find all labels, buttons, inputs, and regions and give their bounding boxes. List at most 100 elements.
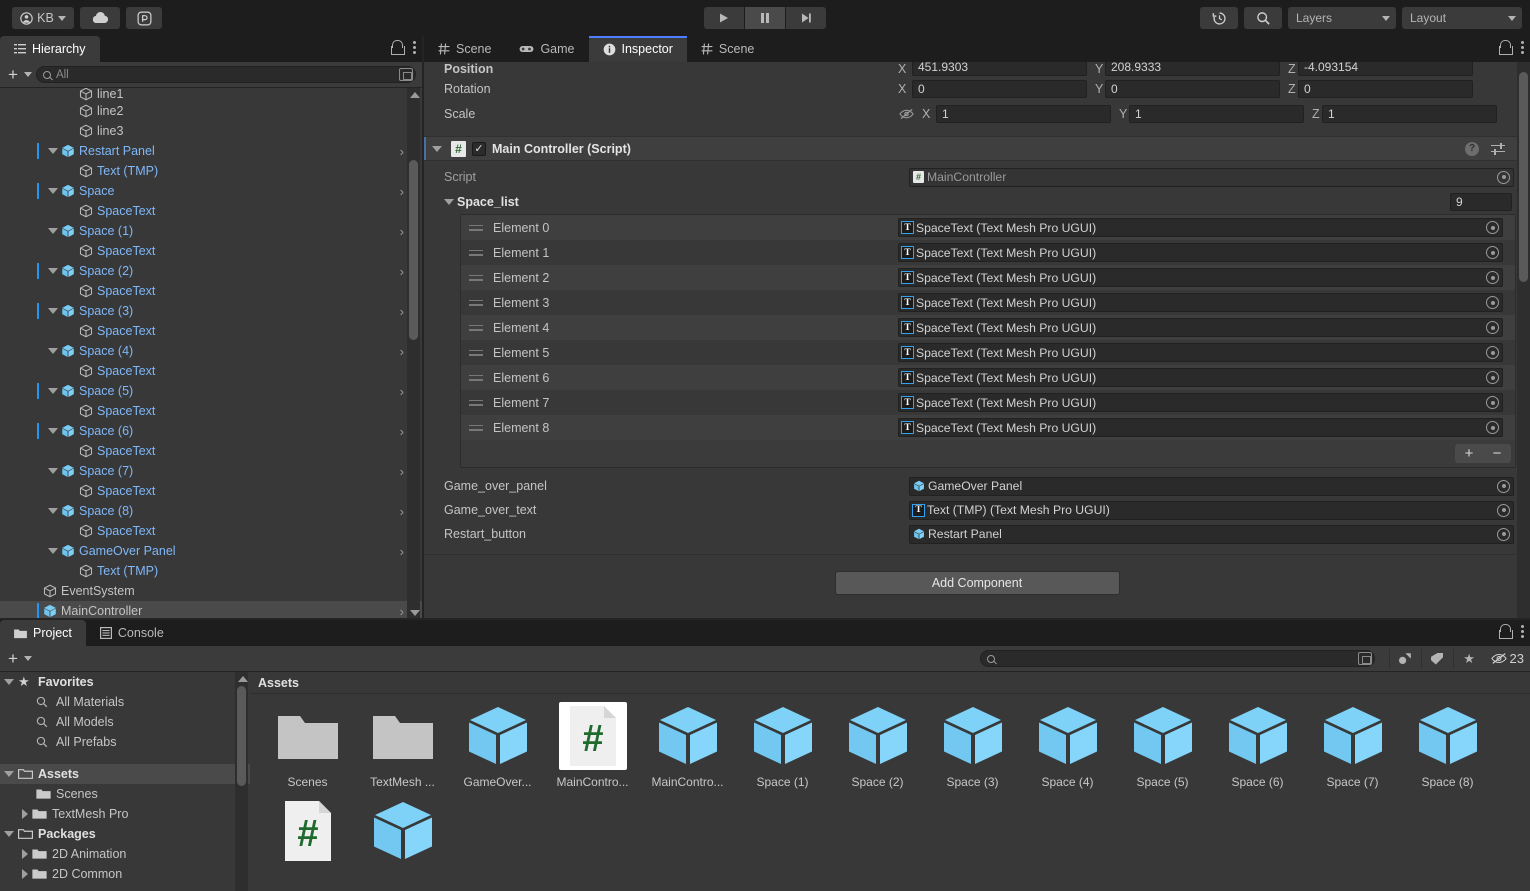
- element-object-field[interactable]: T SpaceText (Text Mesh Pro UGUI): [898, 318, 1503, 337]
- asset-grid-item[interactable]: Space (5): [1115, 702, 1210, 789]
- object-picker-icon[interactable]: [1486, 396, 1499, 409]
- element-object-field[interactable]: T SpaceText (Text Mesh Pro UGUI): [898, 218, 1503, 237]
- asset-grid-item[interactable]: Space (8): [1400, 702, 1495, 789]
- drag-handle-icon[interactable]: [469, 324, 483, 331]
- filter-by-type-button[interactable]: [1388, 648, 1421, 669]
- project-tree-row[interactable]: 2D Animation: [0, 844, 250, 864]
- element-object-field[interactable]: T SpaceText (Text Mesh Pro UGUI): [898, 368, 1503, 387]
- asset-grid-item[interactable]: Scenes: [260, 702, 355, 789]
- array-element-row[interactable]: Element 2 T SpaceText (Text Mesh Pro UGUI): [461, 265, 1515, 290]
- chevron-down-icon[interactable]: [48, 388, 58, 394]
- object-picker-icon[interactable]: [1486, 271, 1499, 284]
- hierarchy-row[interactable]: Space (7) ›: [0, 461, 422, 481]
- rotation-y-field[interactable]: 0: [1105, 79, 1280, 98]
- object-picker-icon[interactable]: [1497, 170, 1510, 184]
- hierarchy-row[interactable]: SpaceText: [0, 201, 422, 221]
- chevron-down-icon[interactable]: [48, 228, 58, 234]
- array-remove-button[interactable]: −: [1483, 446, 1511, 461]
- kebab-menu-icon[interactable]: [1521, 40, 1524, 54]
- hierarchy-row[interactable]: line3: [0, 121, 422, 141]
- chevron-down-icon[interactable]: [48, 428, 58, 434]
- search-expand-icon[interactable]: [1358, 652, 1372, 665]
- hierarchy-row[interactable]: Space (4) ›: [0, 341, 422, 361]
- lock-icon[interactable]: [391, 40, 405, 55]
- asset-grid-item[interactable]: Space (1): [735, 702, 830, 789]
- chevron-down-icon[interactable]: [48, 268, 58, 274]
- scrollbar-thumb[interactable]: [409, 160, 418, 340]
- asset-grid-item[interactable]: Space (3): [925, 702, 1020, 789]
- hierarchy-row[interactable]: line1: [0, 88, 422, 101]
- collab-button[interactable]: [126, 7, 162, 29]
- array-element-row[interactable]: Element 6 T SpaceText (Text Mesh Pro UGUI): [461, 365, 1515, 390]
- drag-handle-icon[interactable]: [469, 274, 483, 281]
- create-asset-button[interactable]: +: [6, 650, 20, 667]
- project-search-input[interactable]: [980, 650, 1375, 667]
- drag-handle-icon[interactable]: [469, 424, 483, 431]
- layout-dropdown[interactable]: Layout: [1402, 7, 1522, 29]
- lock-icon[interactable]: [1499, 40, 1513, 55]
- project-tree-row[interactable]: Assets: [0, 764, 250, 784]
- scale-x-field[interactable]: 1: [936, 104, 1111, 123]
- add-component-button[interactable]: Add Component: [834, 571, 1120, 595]
- chevron-right-icon[interactable]: ›: [400, 305, 404, 318]
- project-tree-row[interactable]: Packages: [0, 824, 250, 844]
- project-tree-scrollbar[interactable]: [235, 672, 248, 891]
- element-object-field[interactable]: T SpaceText (Text Mesh Pro UGUI): [898, 343, 1503, 362]
- hierarchy-row[interactable]: SpaceText: [0, 281, 422, 301]
- asset-grid-item[interactable]: Space (7): [1305, 702, 1400, 789]
- chevron-right-icon[interactable]: ›: [400, 345, 404, 358]
- asset-grid-item[interactable]: # MainContro...: [545, 702, 640, 789]
- hierarchy-row[interactable]: SpaceText: [0, 241, 422, 261]
- tab-console[interactable]: Console: [86, 620, 178, 646]
- chevron-right-icon[interactable]: [22, 869, 28, 879]
- hierarchy-row[interactable]: Space (2) ›: [0, 261, 422, 281]
- field-object-field[interactable]: GameOver Panel: [909, 476, 1514, 496]
- tab-project[interactable]: Project: [0, 620, 86, 646]
- asset-grid-item[interactable]: MainContro...: [640, 702, 735, 789]
- object-picker-icon[interactable]: [1497, 479, 1510, 493]
- filter-by-label-button[interactable]: [1420, 648, 1453, 669]
- scale-y-field[interactable]: 1: [1129, 104, 1304, 123]
- drag-handle-icon[interactable]: [469, 374, 483, 381]
- array-add-button[interactable]: +: [1455, 446, 1483, 461]
- lock-icon[interactable]: [1499, 624, 1513, 639]
- project-tree-row[interactable]: ★ Favorites: [0, 672, 250, 692]
- hierarchy-row[interactable]: Text (TMP): [0, 161, 422, 181]
- object-picker-icon[interactable]: [1486, 246, 1499, 259]
- chevron-down-icon[interactable]: [48, 148, 58, 154]
- project-tree-row[interactable]: TextMesh Pro: [0, 804, 250, 824]
- tab-game-1[interactable]: Game: [505, 36, 588, 62]
- tab-inspector-2[interactable]: Inspector: [588, 36, 688, 62]
- chevron-down-icon[interactable]: [48, 468, 58, 474]
- tab-hierarchy[interactable]: Hierarchy: [0, 36, 100, 62]
- object-picker-icon[interactable]: [1486, 321, 1499, 334]
- project-tree-row[interactable]: All Prefabs: [0, 732, 250, 752]
- asset-grid[interactable]: Scenes TextMesh ... GameOver... # MainContro…: [250, 694, 1530, 878]
- asset-grid-item[interactable]: Space (2): [830, 702, 925, 789]
- help-icon[interactable]: ?: [1465, 141, 1479, 156]
- scroll-up-icon[interactable]: [410, 92, 420, 98]
- array-element-row[interactable]: Element 1 T SpaceText (Text Mesh Pro UGUI): [461, 240, 1515, 265]
- asset-grid-item[interactable]: TextMesh ...: [355, 702, 450, 789]
- element-object-field[interactable]: T SpaceText (Text Mesh Pro UGUI): [898, 268, 1503, 287]
- component-header-main-controller[interactable]: # ✓ Main Controller (Script) ?: [424, 136, 1530, 161]
- scroll-down-icon[interactable]: [410, 610, 420, 616]
- search-expand-icon[interactable]: [399, 68, 413, 81]
- step-button[interactable]: [786, 7, 826, 29]
- scale-z-field[interactable]: 1: [1322, 104, 1497, 123]
- hierarchy-row[interactable]: SpaceText: [0, 401, 422, 421]
- drag-handle-icon[interactable]: [469, 249, 483, 256]
- chevron-down-icon[interactable]: [48, 508, 58, 514]
- rotation-x-field[interactable]: 0: [912, 79, 1087, 98]
- chevron-down-icon[interactable]: [444, 198, 454, 205]
- object-picker-icon[interactable]: [1486, 296, 1499, 309]
- chevron-down-icon[interactable]: [23, 656, 32, 661]
- chevron-down-icon[interactable]: [48, 308, 58, 314]
- hierarchy-row[interactable]: Space ›: [0, 181, 422, 201]
- preset-sliders-icon[interactable]: [1491, 142, 1505, 155]
- chevron-right-icon[interactable]: ›: [400, 145, 404, 158]
- project-tree-row[interactable]: [0, 752, 250, 764]
- chevron-right-icon[interactable]: ›: [400, 545, 404, 558]
- chevron-right-icon[interactable]: ›: [400, 465, 404, 478]
- element-object-field[interactable]: T SpaceText (Text Mesh Pro UGUI): [898, 418, 1503, 437]
